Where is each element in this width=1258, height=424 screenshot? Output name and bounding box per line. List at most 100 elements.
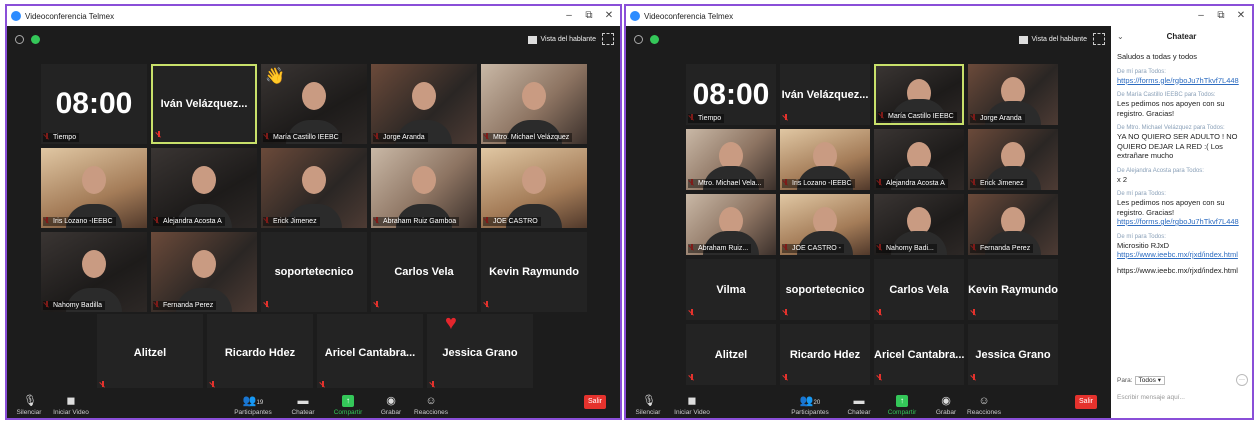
- message-text: Les pedimos nos apoyen con su registro. …: [1117, 99, 1225, 118]
- leave-button[interactable]: Salir: [584, 395, 606, 409]
- participant-face: [302, 165, 326, 194]
- participant-tile[interactable]: 08:00 Tiempo: [686, 64, 776, 125]
- participant-tile[interactable]: 👋 María Castillo IEEBC: [261, 64, 367, 144]
- start-video-button[interactable]: ◼ Iniciar Video: [672, 395, 712, 416]
- reactions-label: Reacciones: [967, 409, 1001, 416]
- participant-tile[interactable]: Iris Lozano -IEEBC: [41, 148, 147, 228]
- message-link[interactable]: https://www.ieebc.mx/rjxd/index.html: [1117, 250, 1248, 260]
- participant-tile[interactable]: Alitzel: [97, 314, 203, 392]
- participant-tile[interactable]: Mtro. Michael Vela...: [686, 129, 776, 190]
- participant-label: Erick Jimenez: [970, 179, 1027, 188]
- participant-tile[interactable]: Jessica Grano ♥: [427, 314, 533, 392]
- participant-tile[interactable]: Erick Jimenez: [968, 129, 1058, 190]
- participant-tile[interactable]: Alejandra Acosta A: [151, 148, 257, 228]
- record-icon: ◉: [386, 395, 396, 407]
- minimize-icon[interactable]: –: [562, 9, 576, 23]
- close-icon[interactable]: ✕: [602, 9, 616, 23]
- participant-tile[interactable]: Abraham Ruiz Gamboa: [371, 148, 477, 228]
- message-text: Micrositio RJxD: [1117, 240, 1170, 250]
- participant-tile[interactable]: María Castillo IEEBC: [874, 64, 964, 125]
- participant-tile[interactable]: Ricardo Hdez: [207, 314, 313, 392]
- mute-button[interactable]: 🎙 Silenciar: [628, 395, 668, 416]
- muted-mic-icon: [971, 374, 977, 382]
- participants-button[interactable]: 👥19 Participantes: [229, 395, 277, 416]
- chat-input[interactable]: Escribir mensaje aquí...: [1117, 394, 1248, 401]
- window-title: Videoconferencia Telmex: [25, 12, 115, 21]
- chat-button[interactable]: ▬ Chatear: [839, 395, 879, 416]
- record-icon: ◉: [941, 395, 951, 407]
- fullscreen-icon[interactable]: [602, 33, 614, 45]
- participant-tile[interactable]: soportetecnico: [780, 259, 870, 320]
- muted-mic-icon: [374, 301, 380, 309]
- mute-button[interactable]: 🎙 Silenciar: [9, 395, 49, 416]
- participant-label: Erick Jimenez: [263, 217, 320, 226]
- participant-tile[interactable]: JOE CASTRO -: [780, 194, 870, 255]
- participant-tile[interactable]: Jorge Aranda: [968, 64, 1058, 125]
- wave-icon: 👋: [265, 68, 285, 85]
- participant-tile[interactable]: Erick Jimenez: [261, 148, 367, 228]
- speaker-view-button[interactable]: Vista del hablante: [528, 33, 596, 47]
- participant-tile[interactable]: Fernanda Perez: [151, 232, 257, 312]
- participant-tile[interactable]: Mtro. Michael Velázquez: [481, 64, 587, 144]
- participants-button[interactable]: 👥20 Participantes: [786, 395, 834, 416]
- participant-tile[interactable]: Aricel Cantabra...: [874, 324, 964, 385]
- video-off-icon: ◼: [66, 395, 76, 407]
- participant-tile[interactable]: soportetecnico: [261, 232, 367, 312]
- more-options-icon[interactable]: ···: [1236, 374, 1248, 386]
- participant-tile[interactable]: Kevin Raymundo: [481, 232, 587, 312]
- participant-tile[interactable]: Iván Velázquez...: [780, 64, 870, 125]
- speaker-view-button[interactable]: Vista del hablante: [1019, 33, 1087, 47]
- shield-icon[interactable]: [650, 35, 659, 44]
- muted-mic-icon: [156, 131, 162, 139]
- grid-icon: [528, 36, 538, 44]
- shield-icon[interactable]: [31, 35, 40, 44]
- info-icon[interactable]: [634, 35, 643, 44]
- participant-tile[interactable]: Alitzel: [686, 324, 776, 385]
- record-button[interactable]: ◉ Grabar: [926, 395, 966, 416]
- restore-icon[interactable]: ⧉: [582, 9, 596, 23]
- recipient-select[interactable]: Todos ▾: [1134, 376, 1165, 385]
- message-link[interactable]: https://www.ieebc.mx/rjxd/index.html: [1117, 266, 1248, 276]
- participant-tile[interactable]: Carlos Vela: [371, 232, 477, 312]
- start-video-button[interactable]: ◼ Iniciar Video: [51, 395, 91, 416]
- chat-button[interactable]: ▬ Chatear: [283, 395, 323, 416]
- reactions-button[interactable]: ☺ Reacciones: [964, 395, 1004, 416]
- restore-icon[interactable]: ⧉: [1214, 9, 1228, 23]
- participant-tile[interactable]: Iván Velázquez...: [151, 64, 257, 144]
- participant-tile[interactable]: Carlos Vela: [874, 259, 964, 320]
- record-button[interactable]: ◉ Grabar: [371, 395, 411, 416]
- participant-name: Carlos Vela: [394, 266, 454, 278]
- meeting-toolbar: 🎙 Silenciar ◼ Iniciar Video 👥20 Participant…: [626, 388, 1111, 418]
- leave-button[interactable]: Salir: [1075, 395, 1097, 409]
- participant-name: Jessica Grano: [975, 348, 1051, 361]
- chat-panel: ⌄ Chatear Saludos a todas y todos De mí p…: [1111, 26, 1252, 418]
- participant-tile[interactable]: Aricel Cantabra...: [317, 314, 423, 392]
- share-screen-button[interactable]: ↑ Compartir: [328, 395, 368, 416]
- message-link[interactable]: https://forms.gle/rgboJu7hTkvf7L448: [1117, 217, 1248, 227]
- participant-label: Mtro. Michael Velázquez: [483, 133, 573, 142]
- participant-tile[interactable]: 08:00 Tiempo: [41, 64, 147, 144]
- fullscreen-icon[interactable]: [1093, 33, 1105, 45]
- reactions-button[interactable]: ☺ Reacciones: [411, 395, 451, 416]
- participant-tile[interactable]: Fernanda Perez: [968, 194, 1058, 255]
- participant-tile[interactable]: Ricardo Hdez: [780, 324, 870, 385]
- share-screen-button[interactable]: ↑ Compartir: [882, 395, 922, 416]
- info-icon[interactable]: [15, 35, 24, 44]
- participant-tile[interactable]: Iris Lozano -IEEBC: [780, 129, 870, 190]
- participant-label: Nahomy Badi...: [876, 244, 937, 253]
- participant-tile[interactable]: Nahomy Badi...: [874, 194, 964, 255]
- participant-tile[interactable]: Jessica Grano: [968, 324, 1058, 385]
- close-icon[interactable]: ✕: [1234, 9, 1248, 23]
- participant-tile[interactable]: JOE CASTRO: [481, 148, 587, 228]
- video-off-icon: ◼: [687, 395, 697, 407]
- participant-tile[interactable]: Vilma: [686, 259, 776, 320]
- participant-tile[interactable]: Jorge Aranda: [371, 64, 477, 144]
- minimize-icon[interactable]: –: [1194, 9, 1208, 23]
- participant-tile[interactable]: Alejandra Acosta A: [874, 129, 964, 190]
- message-sender: De mí para Todos:: [1117, 68, 1166, 75]
- participant-tile[interactable]: Kevin Raymundo: [968, 259, 1058, 320]
- participant-label: María Castillo IEEBC: [263, 133, 342, 142]
- participant-tile[interactable]: Nahomy Badilla: [41, 232, 147, 312]
- participant-tile[interactable]: Abraham Ruiz...: [686, 194, 776, 255]
- message-link[interactable]: https://forms.gle/rgboJu7hTkvf7L448: [1117, 76, 1248, 86]
